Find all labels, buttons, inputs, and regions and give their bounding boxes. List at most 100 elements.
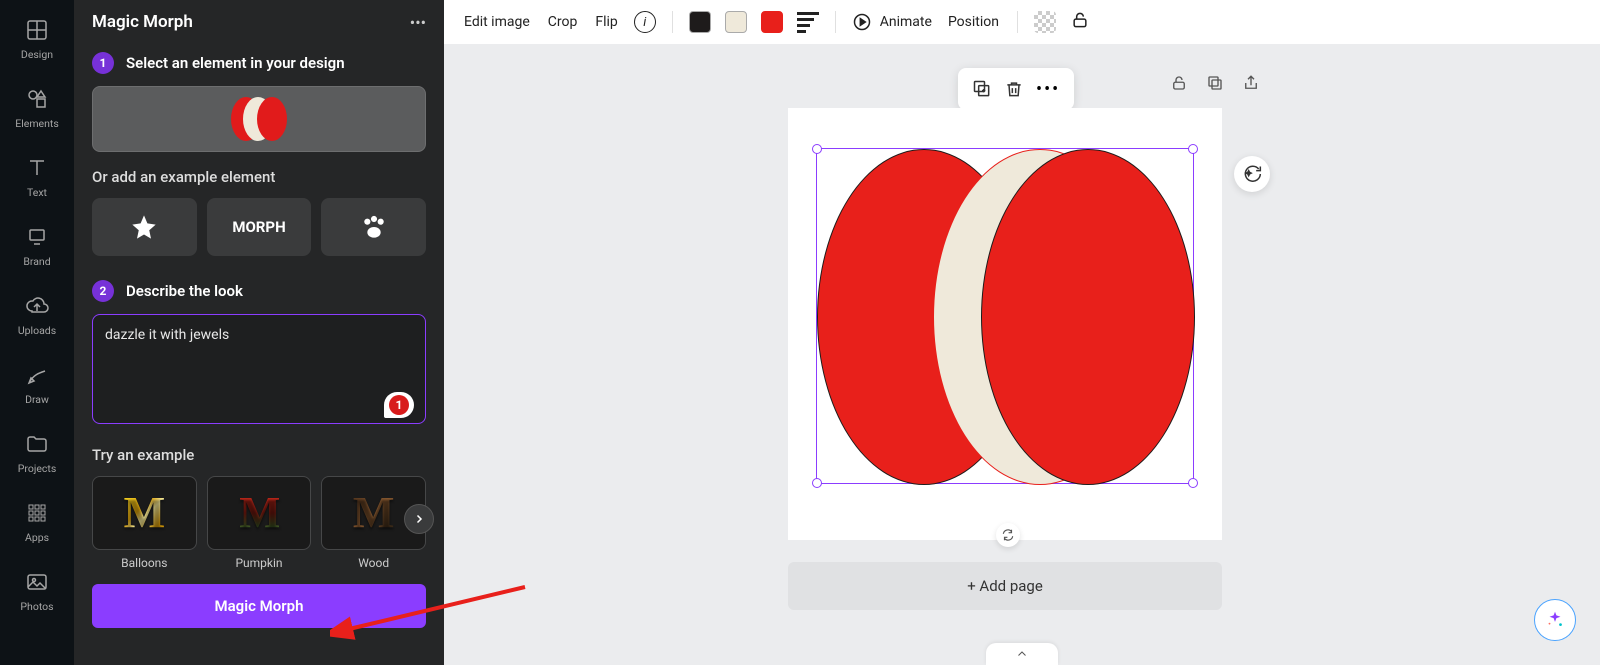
page-tools <box>1170 74 1260 96</box>
canvas-page[interactable] <box>788 108 1222 540</box>
rail-uploads[interactable]: Uploads <box>0 284 74 351</box>
divider <box>672 11 673 33</box>
text-icon <box>25 156 49 180</box>
grid-icon <box>25 501 49 525</box>
divider <box>1017 11 1018 33</box>
try-next-button[interactable] <box>404 504 434 534</box>
context-toolbar: Edit image Crop Flip i Animate Position <box>444 0 1600 44</box>
delete-button[interactable] <box>1004 79 1024 99</box>
resize-handle-bl[interactable] <box>812 478 822 488</box>
regenerate-button[interactable] <box>1234 156 1270 192</box>
transparency-button[interactable] <box>1034 11 1056 33</box>
prompt-count-badge: 1 <box>384 392 414 418</box>
group-duplicate-button[interactable] <box>972 79 992 99</box>
lock-button[interactable] <box>1070 10 1090 34</box>
try-caption: Balloons <box>121 556 167 570</box>
edit-image-button[interactable]: Edit image <box>462 10 532 34</box>
share-icon <box>1242 74 1260 92</box>
paw-icon <box>358 211 390 243</box>
example-paw[interactable] <box>321 198 426 256</box>
resize-handle-br[interactable] <box>1188 478 1198 488</box>
canvas-area[interactable]: ••• + Add page <box>444 44 1600 665</box>
rail-label: Uploads <box>18 324 56 337</box>
pencil-icon <box>25 363 49 387</box>
rail-label: Draw <box>25 393 49 406</box>
wood-m-icon: M <box>353 491 395 535</box>
magic-morph-panel: Magic Morph ••• 1 Select an element in y… <box>74 0 444 665</box>
color-swatch-red[interactable] <box>761 11 783 33</box>
template-icon <box>25 18 49 42</box>
position-button[interactable]: Position <box>946 10 1001 34</box>
resize-handle-tr[interactable] <box>1188 144 1198 154</box>
rail-text[interactable]: Text <box>0 146 74 213</box>
step-2-label: Describe the look <box>126 282 243 300</box>
rail-apps[interactable]: Apps <box>0 491 74 558</box>
try-balloons[interactable]: M Balloons <box>92 476 197 570</box>
oval-red-right[interactable] <box>981 149 1195 485</box>
sparkle-icon <box>1544 609 1566 631</box>
image-icon <box>25 570 49 594</box>
rail-photos[interactable]: Photos <box>0 560 74 627</box>
sync-button[interactable] <box>996 523 1020 547</box>
selected-element-preview[interactable] <box>92 86 426 152</box>
selection-more-button[interactable]: ••• <box>1036 79 1060 100</box>
animate-icon <box>852 12 872 32</box>
preview-ovals <box>231 97 287 141</box>
rail-label: Brand <box>23 255 50 268</box>
example-morph-text[interactable]: MORPH <box>207 198 312 256</box>
pumpkin-m-icon: M <box>239 491 279 535</box>
lock-open-icon <box>1070 10 1090 30</box>
flip-button[interactable]: Flip <box>593 10 619 34</box>
page-unlock-button[interactable] <box>1170 74 1188 96</box>
lock-open-icon <box>1170 74 1188 92</box>
animate-button[interactable]: Animate <box>852 12 932 32</box>
magic-morph-button[interactable]: Magic Morph <box>92 584 426 628</box>
crop-button[interactable]: Crop <box>546 10 580 34</box>
rail-projects[interactable]: Projects <box>0 422 74 489</box>
cloud-upload-icon <box>25 294 49 318</box>
try-caption: Wood <box>358 556 389 570</box>
info-button[interactable]: i <box>634 11 656 33</box>
selection-box[interactable] <box>816 148 1194 484</box>
rail-elements[interactable]: Elements <box>0 77 74 144</box>
add-page-button[interactable]: + Add page <box>788 562 1222 610</box>
step-1-badge: 1 <box>92 52 114 74</box>
rail-label: Text <box>27 186 47 199</box>
step-2-badge: 2 <box>92 280 114 302</box>
brand-icon <box>25 225 49 249</box>
chevron-up-icon <box>1014 648 1030 660</box>
example-star[interactable] <box>92 198 197 256</box>
try-caption: Pumpkin <box>235 556 282 570</box>
color-swatch-cream[interactable] <box>725 11 747 33</box>
line-weight-button[interactable] <box>797 12 819 33</box>
rail-label: Elements <box>15 117 59 130</box>
rail-label: Design <box>21 48 53 61</box>
rail-label: Photos <box>20 600 53 613</box>
sparkle-reload-icon <box>1242 164 1262 184</box>
ai-assistant-fab[interactable] <box>1534 599 1576 641</box>
balloons-m-icon: M <box>124 491 166 535</box>
trash-icon <box>1004 79 1024 99</box>
resize-handle-tl[interactable] <box>812 144 822 154</box>
animate-label: Animate <box>880 14 932 30</box>
duplicate-page-button[interactable] <box>1206 74 1224 96</box>
divider <box>835 11 836 33</box>
rail-draw[interactable]: Draw <box>0 353 74 420</box>
duplicate-plus-icon <box>972 79 992 99</box>
left-nav-rail: Design Elements Text Brand Uploads Draw … <box>0 0 74 665</box>
rail-brand[interactable]: Brand <box>0 215 74 282</box>
try-example-label: Try an example <box>92 446 426 464</box>
duplicate-icon <box>1206 74 1224 92</box>
color-swatch-dark[interactable] <box>689 11 711 33</box>
star-icon <box>130 213 158 241</box>
share-page-button[interactable] <box>1242 74 1260 96</box>
shapes-icon <box>25 87 49 111</box>
selection-toolbar: ••• <box>958 68 1074 110</box>
chevron-right-icon <box>413 513 425 525</box>
example-subhead: Or add an example element <box>92 168 426 186</box>
rail-design[interactable]: Design <box>0 8 74 75</box>
expand-pages-button[interactable] <box>986 643 1058 665</box>
try-pumpkin[interactable]: M Pumpkin <box>207 476 312 570</box>
panel-more-button[interactable]: ••• <box>410 13 426 32</box>
prompt-input[interactable] <box>92 314 426 424</box>
